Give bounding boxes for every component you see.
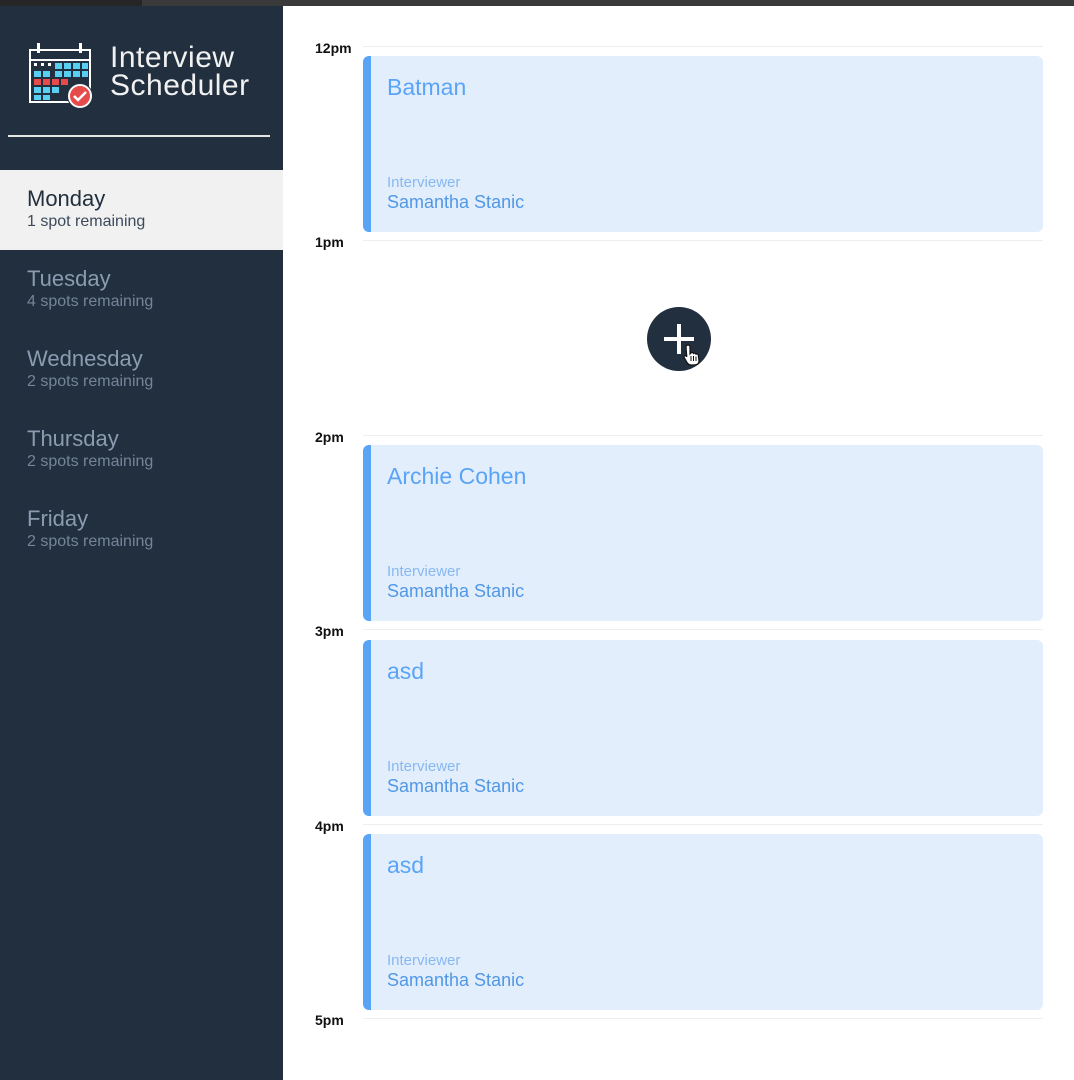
slot-separator (363, 629, 1043, 630)
day-list: Monday 1 spot remaining Tuesday 4 spots … (0, 170, 283, 570)
day-spots: 4 spots remaining (27, 293, 154, 310)
app-title-line-1: Interview (110, 41, 235, 74)
time-label: 12pm (315, 40, 352, 56)
slot-separator (363, 240, 1043, 241)
appointment-card[interactable]: asd Interviewer Samantha Stanic (363, 640, 1043, 816)
interviewer-label: Interviewer (387, 952, 461, 969)
time-label: 4pm (315, 818, 344, 834)
appointment-card[interactable]: Batman Interviewer Samantha Stanic (363, 56, 1043, 232)
interviewer-name: Samantha Stanic (387, 192, 525, 212)
day-item-wednesday[interactable]: Wednesday 2 spots remaining (0, 330, 283, 410)
interviewer-name: Samantha Stanic (387, 776, 525, 796)
hand-pointer-icon (683, 344, 700, 366)
add-appointment-button[interactable] (647, 307, 711, 371)
sidebar-divider (8, 135, 270, 137)
day-name: Tuesday (27, 266, 111, 291)
app-title: Interview Scheduler (110, 41, 250, 102)
student-name: asd (387, 852, 425, 878)
day-item-tuesday[interactable]: Tuesday 4 spots remaining (0, 250, 283, 330)
appointment-card[interactable]: Archie Cohen Interviewer Samantha Stanic (363, 445, 1043, 621)
slot-separator (363, 824, 1043, 825)
day-spots: 1 spot remaining (27, 213, 146, 230)
student-name: asd (387, 658, 425, 684)
slot-separator (363, 1018, 1043, 1019)
day-name: Monday (27, 186, 106, 211)
time-label: 3pm (315, 623, 344, 639)
plus-icon (677, 324, 681, 354)
student-name: Batman (387, 74, 467, 100)
appointment-card[interactable]: asd Interviewer Samantha Stanic (363, 834, 1043, 1010)
slot-separator (363, 46, 1043, 47)
time-label: 2pm (315, 429, 344, 445)
slot-separator (363, 435, 1043, 436)
calendar-check-icon (29, 43, 93, 109)
student-name: Archie Cohen (387, 463, 527, 489)
interviewer-label: Interviewer (387, 174, 461, 191)
day-name: Friday (27, 506, 89, 531)
time-label: 1pm (315, 234, 344, 250)
day-item-monday[interactable]: Monday 1 spot remaining (0, 170, 283, 250)
interviewer-name: Samantha Stanic (387, 970, 525, 990)
day-item-friday[interactable]: Friday 2 spots remaining (0, 490, 283, 570)
day-spots: 2 spots remaining (27, 533, 154, 550)
app-title-line-2: Scheduler (110, 69, 250, 102)
interviewer-label: Interviewer (387, 758, 461, 775)
interviewer-name: Samantha Stanic (387, 581, 525, 601)
day-spots: 2 spots remaining (27, 373, 154, 390)
time-label: 5pm (315, 1012, 344, 1028)
day-name: Wednesday (27, 346, 143, 371)
schedule-panel: 12pm Batman Interviewer Samantha Stanic … (283, 6, 1074, 1080)
day-item-thursday[interactable]: Thursday 2 spots remaining (0, 410, 283, 490)
day-name: Thursday (27, 426, 119, 451)
sidebar: Interview Scheduler Monday 1 spot remain… (0, 6, 283, 1080)
day-spots: 2 spots remaining (27, 453, 154, 470)
interviewer-label: Interviewer (387, 563, 461, 580)
